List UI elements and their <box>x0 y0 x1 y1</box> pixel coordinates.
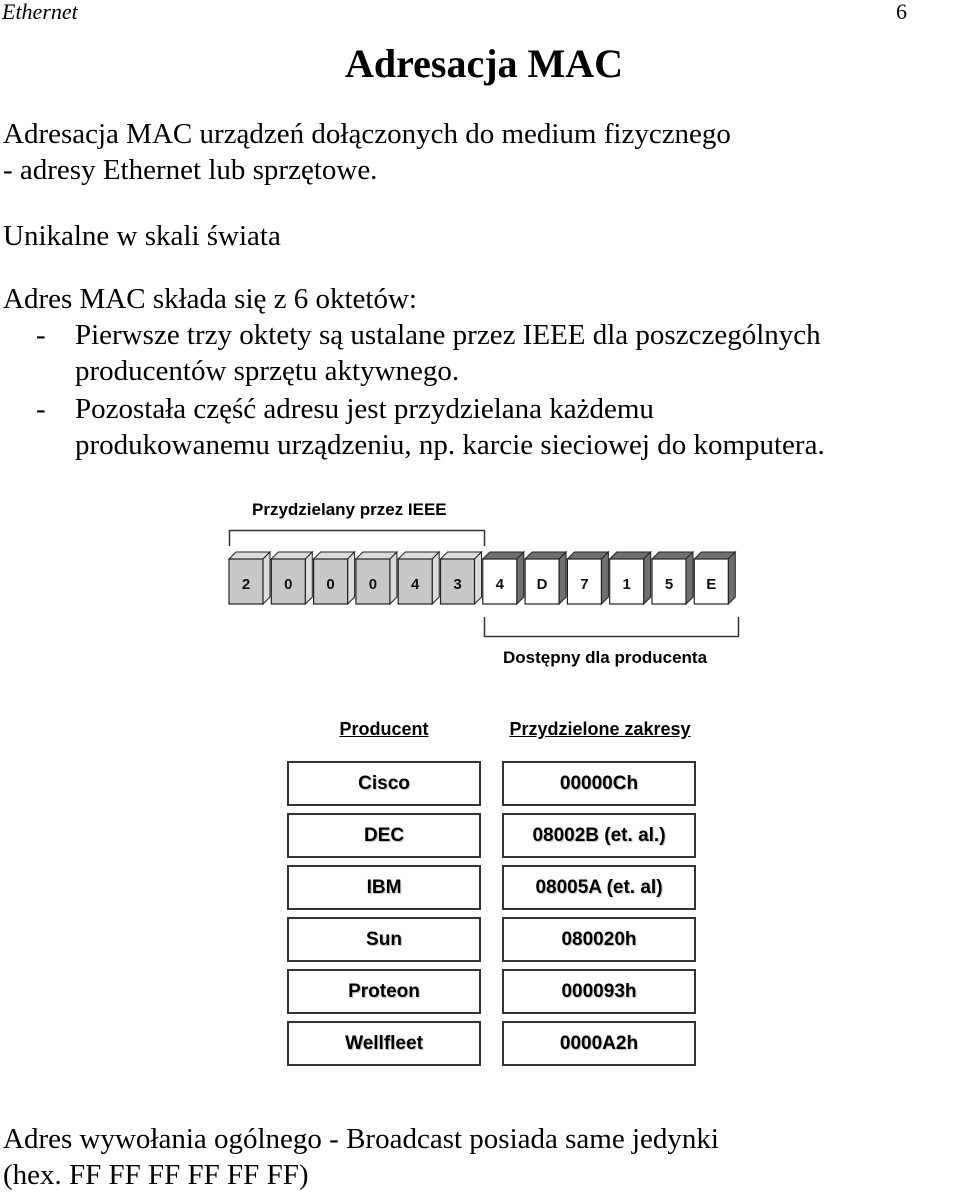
mac-digit-box: 0 <box>270 550 314 606</box>
producer-cell: IBM <box>287 865 481 910</box>
mac-digit-box: 0 <box>354 550 399 606</box>
box-front-face <box>439 558 476 605</box>
mac-digit-box: 7 <box>566 550 610 606</box>
mac-digit-box: E <box>693 550 737 606</box>
mac-digit-box: 4 <box>396 550 441 606</box>
box-front-face <box>313 558 349 605</box>
box-side-face <box>262 550 271 606</box>
mac-digit-label: E <box>706 576 716 593</box>
box-side-face <box>727 550 736 606</box>
box-side-face <box>643 550 652 606</box>
intro-paragraph: Adresacja MAC urządzeń dołączonych do me… <box>3 116 731 188</box>
box-side-face <box>474 550 482 606</box>
range-cell: 00000Ch <box>502 761 696 806</box>
mac-digit-label: 0 <box>326 576 334 593</box>
mac-digit-label: 4 <box>411 576 420 593</box>
box-front-face <box>524 558 560 605</box>
box-side-face <box>304 550 313 606</box>
box-side-face <box>347 550 356 606</box>
box-top-face <box>608 551 652 560</box>
box-front-face <box>397 558 433 605</box>
column-header-ranges: Przydzielone zakresy <box>509 719 691 739</box>
vendor-bracket <box>483 617 740 638</box>
box-top-face <box>227 551 272 560</box>
ieee-bracket <box>228 529 486 546</box>
box-top-face <box>312 551 356 560</box>
bullet-marker: - <box>36 319 46 351</box>
intro-line-1: Adresacja MAC urządzeń dołączonych do me… <box>3 118 731 150</box>
broadcast-line-1: Adres wywołania ogólnego - Broadcast pos… <box>3 1123 719 1155</box>
vendor-assigned-label: Dostępny dla producenta <box>503 648 708 667</box>
mac-digit-label: 0 <box>284 576 292 593</box>
ieee-assigned-label: Przydzielany przez IEEE <box>252 500 447 519</box>
bullet-item: - Pozostała część adresu jest przydziela… <box>0 391 960 463</box>
box-front-face <box>693 558 729 605</box>
broadcast-paragraph: Adres wywołania ogólnego - Broadcast pos… <box>3 1121 719 1193</box>
range-cell: 08002B (et. al.) <box>502 813 696 858</box>
bullet-line-2: produkowanemu urządzeniu, np. karcie sie… <box>75 429 825 461</box>
bullet-text: Pozostała część adresu jest przydzielana… <box>75 391 825 463</box>
box-side-face <box>685 550 694 606</box>
box-front-face <box>228 558 264 605</box>
box-top-face <box>439 551 483 560</box>
box-top-face <box>523 551 568 560</box>
mac-digit-box: 2 <box>227 550 272 606</box>
mac-digit-label: 1 <box>623 576 631 593</box>
mac-digit-box: 1 <box>608 550 652 606</box>
range-cell: 0000A2h <box>502 1021 696 1066</box>
box-front-face <box>482 558 518 605</box>
column-header-producer: Producent <box>339 719 429 739</box>
box-front-face <box>355 558 391 605</box>
box-top-face <box>566 551 610 560</box>
bullet-line-2: producentów sprzętu aktywnego. <box>75 355 460 387</box>
bullet-item: - Pierwsze trzy oktety są ustalane przez… <box>0 317 960 389</box>
mac-digit-box: D <box>523 550 568 606</box>
mac-digit-box: 4 <box>481 550 526 606</box>
mac-digit-box: 5 <box>650 550 695 606</box>
box-front-face <box>566 558 603 605</box>
mac-digit-box: 3 <box>439 550 483 606</box>
box-top-face <box>693 551 737 560</box>
box-top-face <box>396 551 441 560</box>
bullet-marker: - <box>36 393 46 425</box>
mac-digit-box: 0 <box>312 550 356 606</box>
box-front-face <box>651 558 687 605</box>
unique-paragraph: Unikalne w skali świata <box>3 220 281 252</box>
mac-digit-label: 3 <box>453 576 461 593</box>
bullet-text: Pierwsze trzy oktety są ustalane przez I… <box>75 317 821 389</box>
bullet-line-1: Pierwsze trzy oktety są ustalane przez I… <box>75 319 821 351</box>
mac-digit-label: 7 <box>580 576 588 593</box>
box-front-face <box>609 558 645 605</box>
producer-cell: Wellfleet <box>287 1021 481 1066</box>
range-cell: 08005A (et. al) <box>502 865 696 910</box>
box-side-face <box>516 550 525 606</box>
box-side-face <box>389 550 398 606</box>
octets-intro: Adres MAC składa się z 6 oktetów: <box>3 283 417 315</box>
mac-digit-label: 4 <box>496 576 505 593</box>
producer-cell: Cisco <box>287 761 481 806</box>
running-header-section: Ethernet <box>2 0 78 24</box>
broadcast-line-2: (hex. FF FF FF FF FF FF) <box>3 1159 309 1191</box>
producer-cell: DEC <box>287 813 481 858</box>
box-side-face <box>431 550 440 606</box>
box-top-face <box>270 551 314 560</box>
bullet-line-1: Pozostała część adresu jest przydzielana… <box>75 393 654 425</box>
box-top-face <box>481 551 526 560</box>
box-top-face <box>354 551 399 560</box>
page-number: 6 <box>896 0 907 24</box>
page-title: Adresacja MAC <box>344 41 624 86</box>
producer-cell: Proteon <box>287 969 481 1014</box>
box-side-face <box>600 550 609 606</box>
mac-digit-label: 5 <box>665 576 673 593</box>
producer-cell: Sun <box>287 917 481 962</box>
range-cell: 000093h <box>502 969 696 1014</box>
mac-digit-label: 0 <box>369 576 377 593</box>
mac-digit-label: 2 <box>242 576 250 593</box>
box-top-face <box>650 551 695 560</box>
range-cell: 080020h <box>502 917 696 962</box>
box-side-face <box>558 550 567 606</box>
mac-digit-label: D <box>537 576 548 593</box>
box-front-face <box>270 558 306 605</box>
intro-line-2: - adresy Ethernet lub sprzętowe. <box>3 154 378 186</box>
